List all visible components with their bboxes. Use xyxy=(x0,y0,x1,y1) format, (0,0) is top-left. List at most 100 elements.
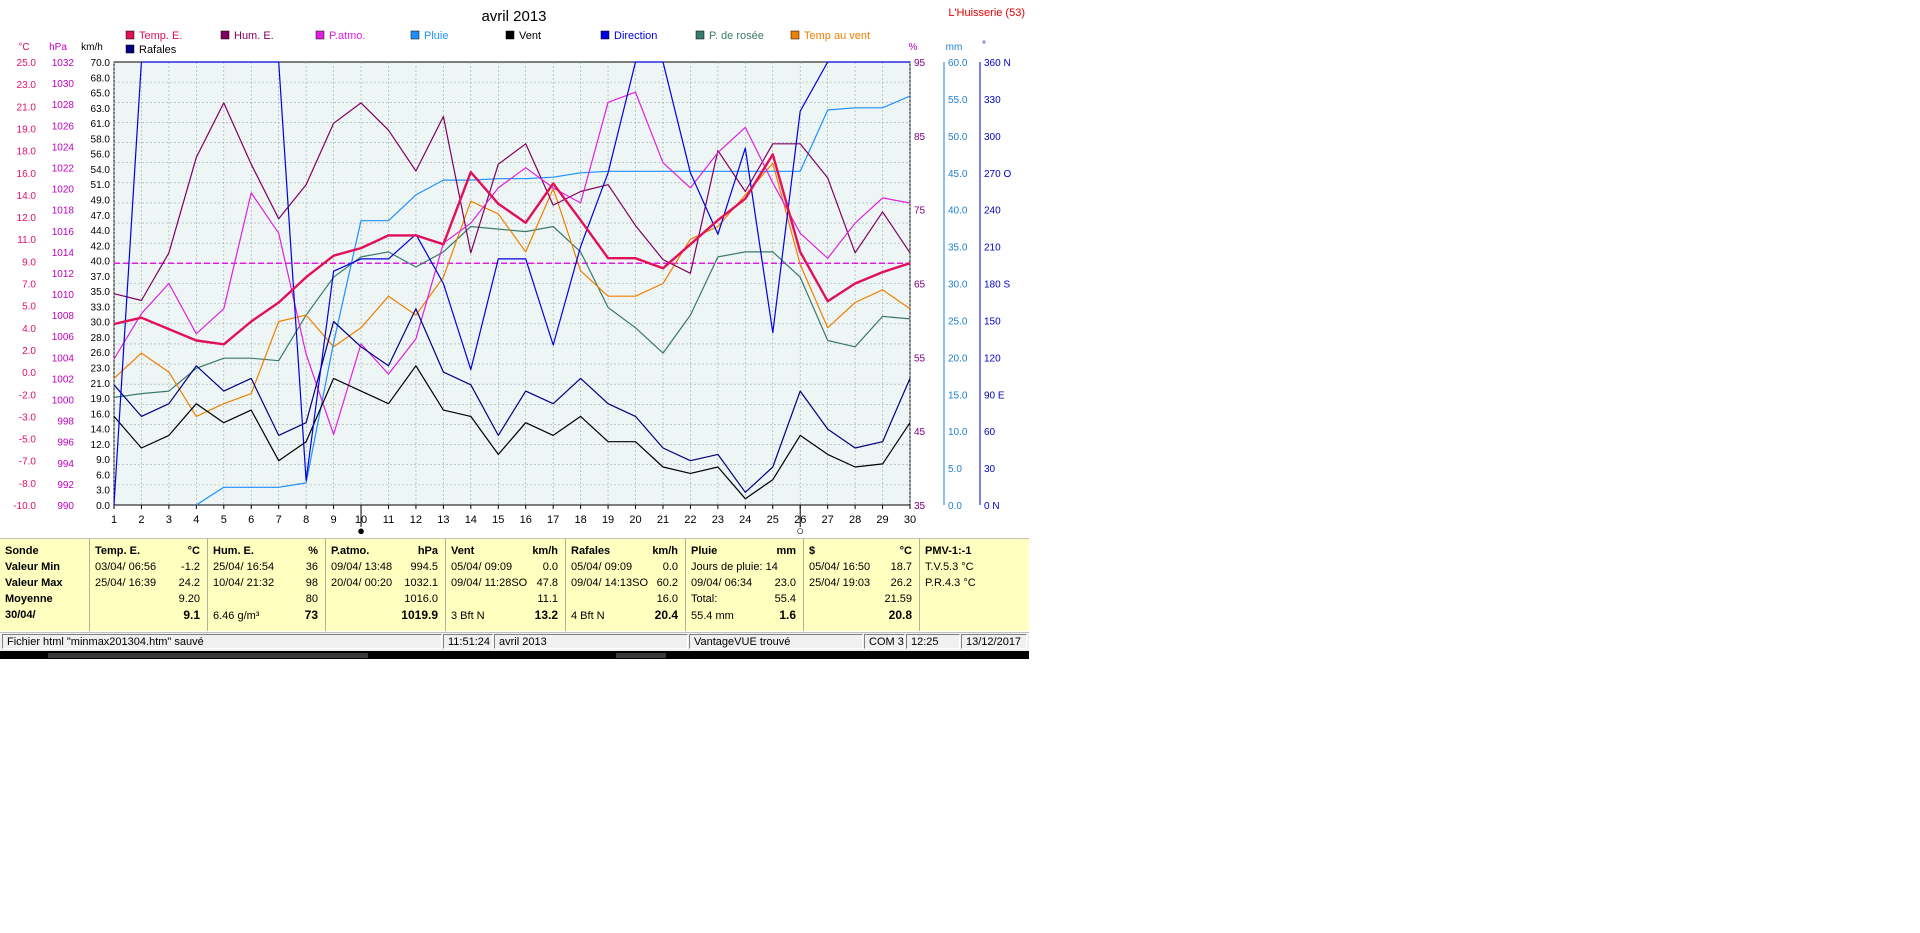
wind-tick-label: 28.0 xyxy=(91,333,111,344)
humidity-tick-label: 55 xyxy=(914,353,926,364)
pressure-tick-label: 1016 xyxy=(52,227,75,238)
wind-tick-label: 23.0 xyxy=(91,364,111,375)
summary-col-temp: Temp. E. °C 03/04/ 06:56 -1.2 25/04/ 16:39… xyxy=(90,539,208,631)
pluie-total-label: Total: xyxy=(691,593,718,605)
label-min: Valeur Min xyxy=(5,561,61,573)
temp-min-date: 03/04/ 06:56 xyxy=(95,561,157,573)
direction-tick-label: 270 O xyxy=(984,169,1011,180)
direction-tick-label: 30 xyxy=(984,464,996,475)
rafales-min-date: 05/04/ 09:09 xyxy=(571,561,633,573)
status-clock: 12:25 xyxy=(906,634,960,649)
wind-tick-label: 26.0 xyxy=(91,348,111,359)
temp-max-date: 25/04/ 16:39 xyxy=(95,577,157,589)
temp-avg: 9.20 xyxy=(178,593,200,605)
pmv-title: PMV-1:-1 xyxy=(925,545,972,557)
direction-tick-label: 240 xyxy=(984,206,1001,217)
temp-tick-label: 19.0 xyxy=(17,124,37,135)
label-avg: Moyenne xyxy=(5,593,53,605)
hum-min: 36 xyxy=(305,561,318,573)
pressure-tick-label: 1020 xyxy=(52,185,75,196)
temp-tick-label: 21.0 xyxy=(17,102,37,113)
pressure-tick-label: 1026 xyxy=(52,121,75,132)
x-tick-label: 24 xyxy=(739,514,751,526)
wind-tick-label: 35.0 xyxy=(91,287,111,298)
hum-max-date: 10/04/ 21:32 xyxy=(213,577,275,589)
wind-tick-label: 12.0 xyxy=(91,440,111,451)
pressure-tick-label: 1024 xyxy=(52,142,75,153)
pmv-tv: T.V.5.3 °C xyxy=(925,561,974,573)
label-max: Valeur Max xyxy=(5,577,63,589)
x-tick-label: 22 xyxy=(684,514,696,526)
pluie-unit: mm xyxy=(776,545,796,557)
legend-swatch xyxy=(695,30,705,40)
pressure-tick-label: 1010 xyxy=(52,290,75,301)
unit-deg: ° xyxy=(982,40,986,51)
pressure-tick-label: 996 xyxy=(57,438,74,449)
x-tick-label: 12 xyxy=(410,514,422,526)
legend-swatch xyxy=(505,30,515,40)
summary-col-rafales: Rafales km/h 05/04/ 09:09 0.0 09/04/ 14:13… xyxy=(566,539,686,631)
x-tick-label: 20 xyxy=(629,514,641,526)
pressure-tick-label: 1014 xyxy=(52,248,75,259)
humidity-tick-label: 45 xyxy=(914,427,926,438)
rain-tick-label: 55.0 xyxy=(948,95,968,106)
humidity-tick-label: 85 xyxy=(914,132,926,143)
wind-tick-label: 33.0 xyxy=(91,302,111,313)
rain-tick-label: 10.0 xyxy=(948,427,968,438)
x-tick-label: 13 xyxy=(437,514,449,526)
rafales-unit: km/h xyxy=(652,545,678,557)
x-tick-label: 4 xyxy=(193,514,199,526)
direction-tick-label: 210 xyxy=(984,243,1001,254)
x-tick-label: 15 xyxy=(492,514,504,526)
s-min-date: 05/04/ 16:50 xyxy=(809,561,871,573)
pluie-title: Pluie xyxy=(691,545,718,557)
s-current: 20.8 xyxy=(888,608,912,622)
rain-tick-label: 60.0 xyxy=(948,58,968,69)
status-port: COM 3 xyxy=(864,634,905,649)
moon-phase-icon: ● xyxy=(357,523,365,538)
direction-tick-label: 300 xyxy=(984,132,1001,143)
humidity-tick-label: 35 xyxy=(914,501,926,512)
x-tick-label: 9 xyxy=(331,514,337,526)
pressure-tick-label: 994 xyxy=(57,459,74,470)
temp-tick-label: -8.0 xyxy=(19,479,37,490)
pressure-tick-label: 998 xyxy=(57,417,74,428)
direction-tick-label: 90 E xyxy=(984,390,1005,401)
pluie-max-date: 09/04/ 06:34 xyxy=(691,577,753,589)
pressure-tick-label: 1032 xyxy=(52,58,75,69)
x-tick-label: 2 xyxy=(138,514,144,526)
summary-col-labels: Sonde Valeur Min Valeur Max Moyenne 30/0… xyxy=(0,539,90,631)
wind-tick-label: 56.0 xyxy=(91,150,111,161)
pressure-tick-label: 992 xyxy=(57,480,74,491)
wind-tick-label: 0.0 xyxy=(96,501,110,512)
x-tick-label: 16 xyxy=(520,514,532,526)
patmo-unit: hPa xyxy=(417,545,438,557)
rain-tick-label: 45.0 xyxy=(948,169,968,180)
legend-label: Direction xyxy=(614,30,657,42)
vent-max-date: 09/04/ 11:28SO xyxy=(451,577,528,589)
x-tick-label: 19 xyxy=(602,514,614,526)
pluie-max: 23.0 xyxy=(774,577,796,589)
hum-current: 73 xyxy=(304,608,318,622)
s-min: 18.7 xyxy=(890,561,912,573)
x-tick-label: 14 xyxy=(465,514,477,526)
humidity-tick-label: 95 xyxy=(914,58,926,69)
temp-tick-label: 4.0 xyxy=(22,324,36,335)
legend-swatch xyxy=(125,44,135,54)
wind-tick-label: 49.0 xyxy=(91,195,111,206)
temp-tick-label: 2.0 xyxy=(22,346,36,357)
x-tick-label: 17 xyxy=(547,514,559,526)
temp-tick-label: 5.0 xyxy=(22,302,36,313)
wind-tick-label: 9.0 xyxy=(96,455,110,466)
x-tick-label: 30 xyxy=(904,514,916,526)
direction-tick-label: 60 xyxy=(984,427,996,438)
legend-label: P.atmo. xyxy=(329,30,366,42)
wind-tick-label: 65.0 xyxy=(91,89,111,100)
wind-tick-label: 47.0 xyxy=(91,211,111,222)
wind-tick-label: 58.0 xyxy=(91,134,111,145)
s-max: 26.2 xyxy=(890,577,912,589)
status-time: 11:51:24 xyxy=(443,634,493,649)
pressure-tick-label: 1018 xyxy=(52,206,75,217)
legend-swatch xyxy=(790,30,800,40)
hum-avg: 80 xyxy=(305,593,318,605)
